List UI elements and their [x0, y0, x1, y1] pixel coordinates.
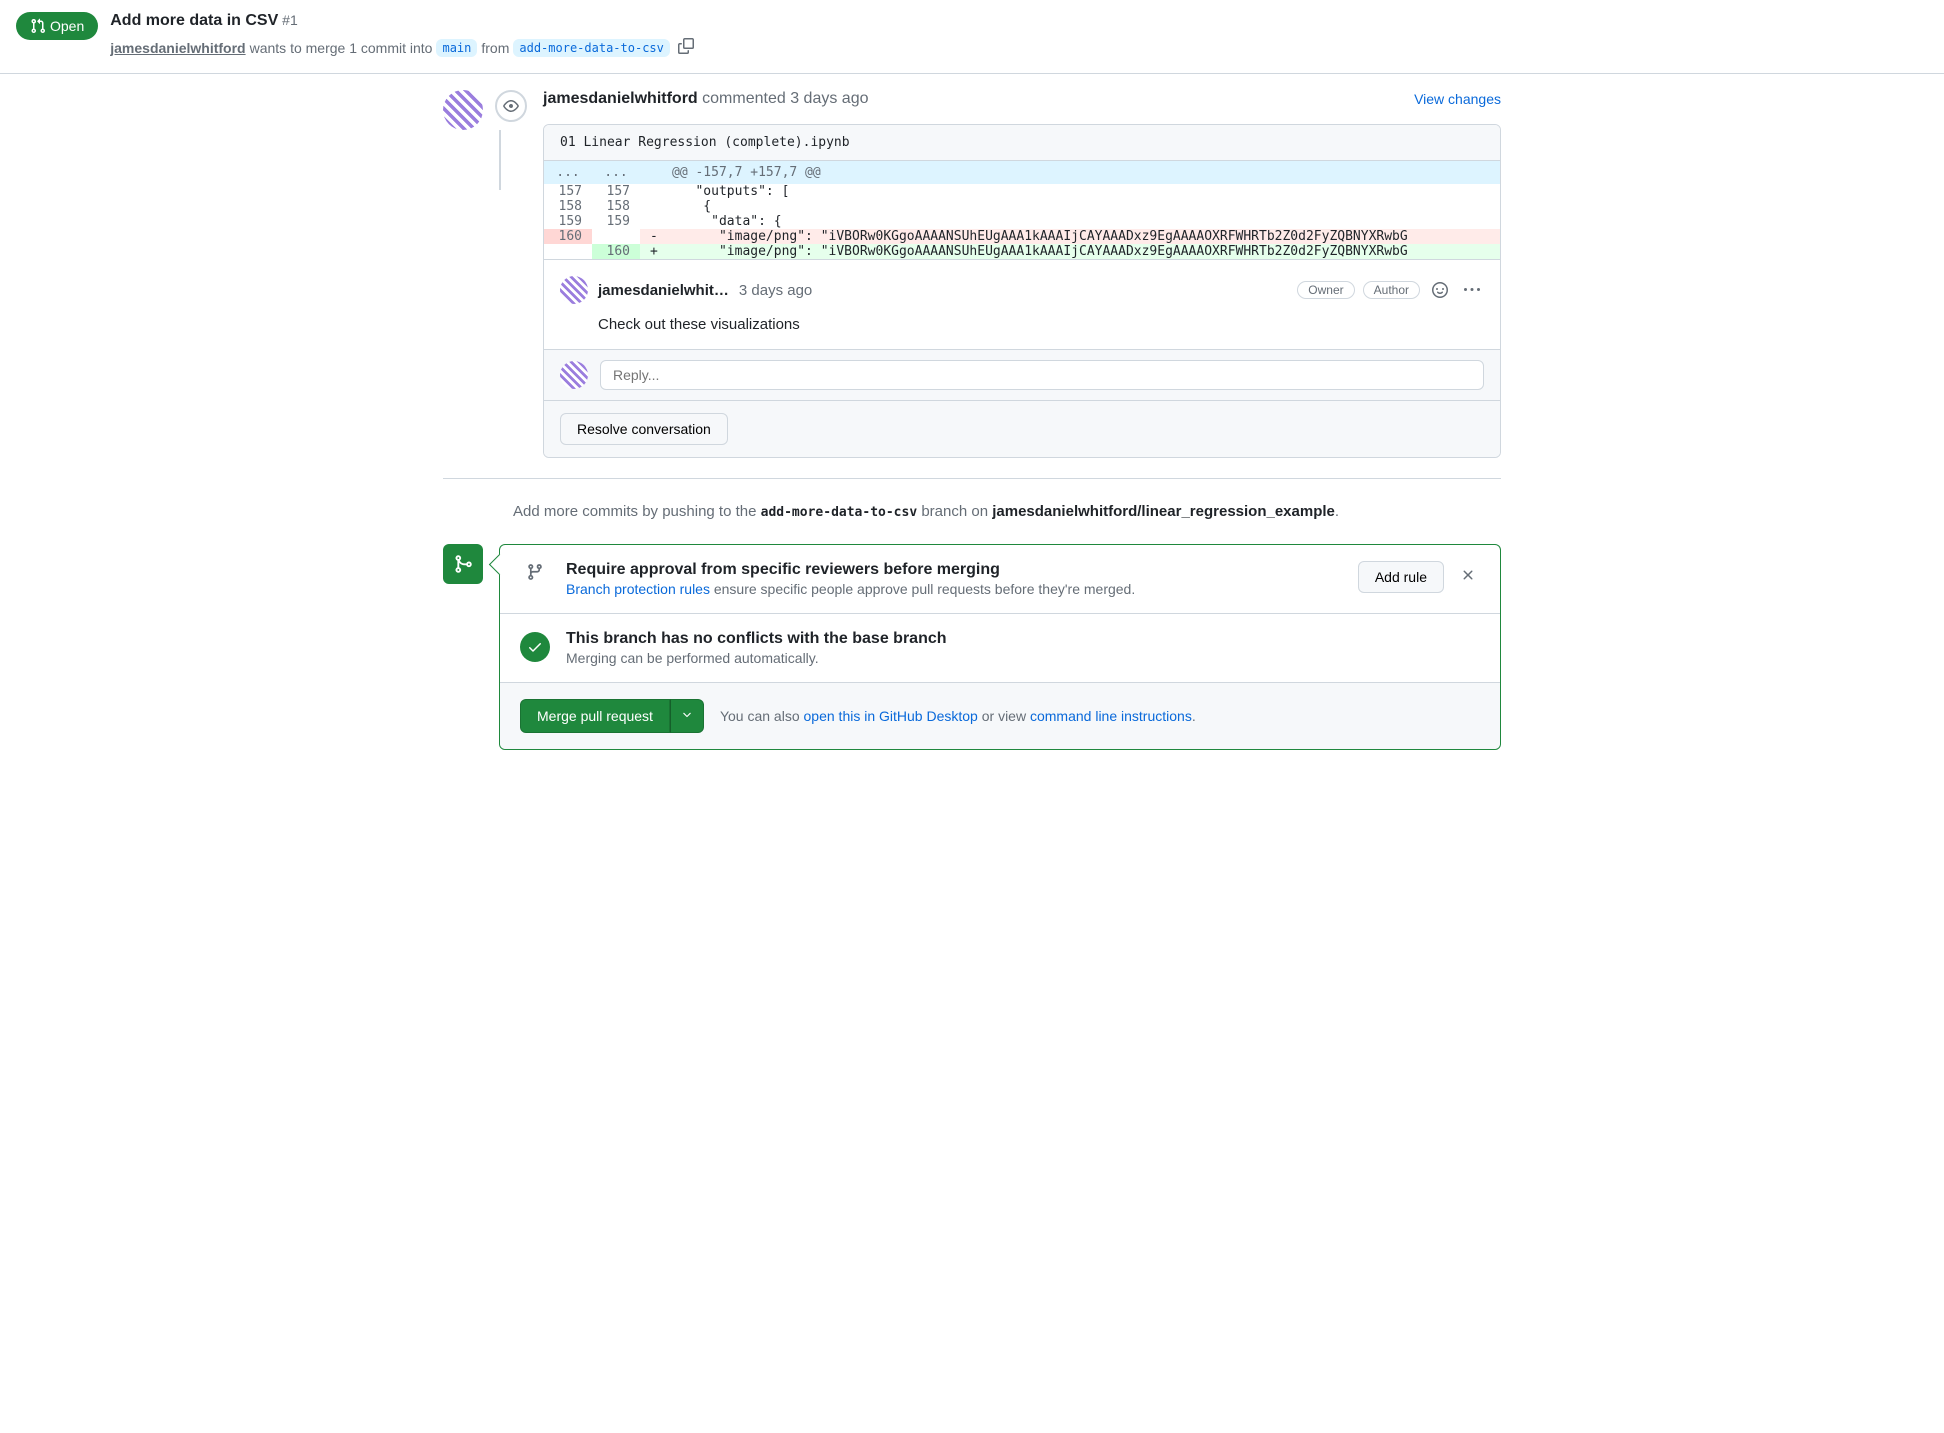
- line-number-old[interactable]: [544, 244, 592, 259]
- expand-down-button[interactable]: ...: [592, 161, 640, 184]
- review-comment: jamesdanielwhit… 3 days ago Owner Author: [544, 259, 1500, 349]
- merge-pull-request-button[interactable]: Merge pull request: [520, 699, 670, 733]
- line-number-new[interactable]: 159: [592, 214, 640, 229]
- line-number-old[interactable]: 159: [544, 214, 592, 229]
- add-reaction-button[interactable]: [1428, 278, 1452, 302]
- reply-input[interactable]: [600, 360, 1484, 390]
- comment-body: Check out these visualizations: [598, 316, 1484, 333]
- pr-author-link[interactable]: jamesdanielwhitford: [110, 40, 245, 56]
- merge-status-icon: [443, 544, 483, 584]
- success-check-icon: [520, 632, 550, 662]
- base-branch-label[interactable]: main: [436, 39, 477, 57]
- diff-row: 160+ "image/png": "iVBORw0KGgoAAAANSUhEU…: [544, 244, 1500, 259]
- smiley-icon: [1432, 282, 1448, 298]
- line-number-old[interactable]: 158: [544, 199, 592, 214]
- pr-header: Open Add more data in CSV #1 jamesdaniel…: [0, 0, 1944, 74]
- no-conflicts-desc: Merging can be performed automatically.: [566, 650, 1480, 666]
- pr-number: #1: [282, 12, 298, 28]
- copy-icon: [678, 38, 694, 54]
- code-line: "image/png": "iVBORw0KGgoAAAANSUhEUgAAA1…: [662, 229, 1500, 244]
- command-line-link[interactable]: command line instructions: [1030, 708, 1192, 724]
- avatar[interactable]: [443, 90, 483, 130]
- status-label: Open: [50, 18, 84, 34]
- review-badge: [495, 90, 527, 122]
- review-author[interactable]: jamesdanielwhitford: [543, 90, 698, 107]
- eye-icon: [503, 98, 519, 114]
- github-desktop-link[interactable]: open this in GitHub Desktop: [804, 708, 978, 724]
- line-number-new[interactable]: [592, 229, 640, 244]
- git-merge-icon: [453, 554, 473, 574]
- git-pull-request-icon: [30, 18, 46, 34]
- reply-row: [544, 349, 1500, 400]
- code-line: {: [662, 199, 1500, 214]
- commit-hint: Add more commits by pushing to the add-m…: [443, 478, 1501, 532]
- check-icon: [527, 639, 543, 655]
- chevron-down-icon: [681, 709, 693, 721]
- comment-time[interactable]: 3 days ago: [739, 282, 812, 299]
- diff-row: 158158 {: [544, 199, 1500, 214]
- merge-footer-text: You can also open this in GitHub Desktop…: [720, 708, 1196, 724]
- line-number-new[interactable]: 160: [592, 244, 640, 259]
- role-badge-owner: Owner: [1297, 281, 1354, 299]
- role-badge-author: Author: [1363, 281, 1420, 299]
- diff-filename[interactable]: 01 Linear Regression (complete).ipynb: [544, 125, 1500, 161]
- hunk-header-row: ... ... @@ -157,7 +157,7 @@: [544, 161, 1500, 184]
- view-changes-link[interactable]: View changes: [1414, 91, 1501, 107]
- diff-row: 157157 "outputs": [: [544, 184, 1500, 199]
- kebab-icon: [1464, 282, 1480, 298]
- code-line: "outputs": [: [662, 184, 1500, 199]
- repo-name: jamesdanielwhitford/linear_regression_ex…: [992, 503, 1335, 520]
- line-number-old[interactable]: 160: [544, 229, 592, 244]
- avatar[interactable]: [560, 276, 588, 304]
- pr-title: Add more data in CSV: [110, 12, 278, 29]
- merge-card: Require approval from specific reviewers…: [499, 544, 1501, 750]
- hunk-header: @@ -157,7 +157,7 @@: [662, 161, 1500, 184]
- resolve-conversation-button[interactable]: Resolve conversation: [560, 413, 728, 445]
- diff-card: 01 Linear Regression (complete).ipynb ..…: [543, 124, 1501, 458]
- branch-name: add-more-data-to-csv: [761, 505, 918, 520]
- review-header: jamesdanielwhitford commented 3 days ago: [543, 90, 868, 108]
- comment-author[interactable]: jamesdanielwhit…: [598, 282, 729, 299]
- pr-merge-description: jamesdanielwhitford wants to merge 1 com…: [110, 34, 698, 61]
- dismiss-button[interactable]: [1456, 563, 1480, 592]
- expand-up-button[interactable]: ...: [544, 161, 592, 184]
- code-line: "data": {: [662, 214, 1500, 229]
- merge-options-caret[interactable]: [670, 699, 704, 733]
- diff-table: ... ... @@ -157,7 +157,7 @@ 157157 "outp…: [544, 161, 1500, 259]
- code-line: "image/png": "iVBORw0KGgoAAAANSUhEUgAAA1…: [662, 244, 1500, 259]
- head-branch-label[interactable]: add-more-data-to-csv: [513, 39, 670, 57]
- copy-branch-button[interactable]: [674, 34, 698, 61]
- branch-protection-link[interactable]: Branch protection rules: [566, 581, 710, 597]
- git-branch-icon: [526, 563, 544, 581]
- close-icon: [1460, 567, 1476, 583]
- line-number-new[interactable]: 158: [592, 199, 640, 214]
- avatar[interactable]: [560, 361, 588, 389]
- status-badge: Open: [16, 12, 98, 40]
- line-number-old[interactable]: 157: [544, 184, 592, 199]
- review-time[interactable]: 3 days ago: [790, 90, 868, 107]
- diff-row: 160- "image/png": "iVBORw0KGgoAAAANSUhEU…: [544, 229, 1500, 244]
- branch-protection-title: Require approval from specific reviewers…: [566, 561, 1342, 579]
- kebab-menu-button[interactable]: [1460, 278, 1484, 302]
- no-conflicts-title: This branch has no conflicts with the ba…: [566, 630, 1480, 648]
- line-number-new[interactable]: 157: [592, 184, 640, 199]
- add-rule-button[interactable]: Add rule: [1358, 561, 1444, 593]
- diff-row: 159159 "data": {: [544, 214, 1500, 229]
